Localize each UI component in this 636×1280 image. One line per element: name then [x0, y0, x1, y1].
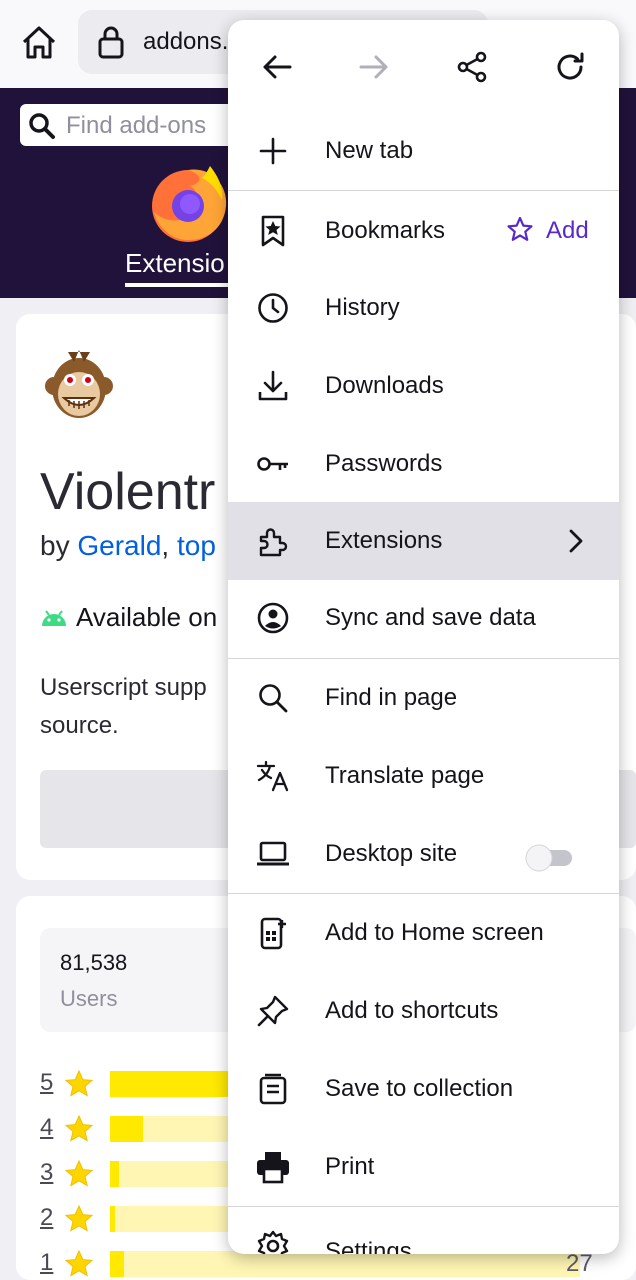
menu-divider [228, 190, 619, 191]
author-link-second[interactable]: top [177, 530, 216, 561]
forward-icon[interactable] [357, 50, 391, 84]
add-bookmark-star-icon[interactable] [506, 216, 534, 244]
menu-item-passwords[interactable]: Passwords [228, 426, 619, 504]
menu-label-print: Print [325, 1153, 375, 1180]
rating-bar-1 [110, 1251, 580, 1277]
rating-link-3[interactable]: 3 [40, 1159, 53, 1187]
by-label: by [40, 530, 70, 561]
browser-menu: New tab Bookmarks Add History Downloads … [228, 20, 619, 1254]
search-icon [256, 681, 290, 715]
author-link-gerald[interactable]: Gerald [77, 530, 161, 561]
menu-item-settings[interactable]: Settings [228, 1208, 619, 1254]
bookmark-star-icon [256, 214, 290, 248]
menu-divider [228, 1206, 619, 1207]
menu-label-extensions: Extensions [325, 527, 443, 554]
menu-label-downloads: Downloads [325, 372, 444, 399]
author-separator: , [161, 530, 170, 561]
addon-description-line1: Userscript supp [40, 674, 207, 701]
menu-item-translate[interactable]: Translate page [228, 738, 619, 816]
star-icon [64, 1070, 94, 1098]
laptop-icon [256, 837, 290, 871]
menu-item-new-tab[interactable]: New tab [228, 112, 619, 190]
menu-item-history[interactable]: History [228, 270, 619, 348]
menu-item-save-to-collection[interactable]: Save to collection [228, 1051, 619, 1129]
menu-label-translate: Translate page [325, 762, 485, 789]
menu-label-history: History [325, 294, 400, 321]
star-icon [64, 1250, 94, 1278]
chevron-right-icon [563, 527, 587, 555]
url-text[interactable]: addons. [143, 28, 228, 56]
rating-link-4[interactable]: 4 [40, 1114, 53, 1142]
key-icon [256, 447, 290, 481]
home-icon[interactable] [18, 22, 60, 64]
menu-item-desktop-site[interactable]: Desktop site [228, 816, 619, 894]
menu-label-save-to-collection: Save to collection [325, 1075, 514, 1102]
addon-title: Violentr [40, 463, 216, 521]
availability-text: Available on [76, 602, 218, 632]
plus-icon [256, 134, 290, 168]
menu-item-bookmarks[interactable]: Bookmarks Add [228, 192, 619, 270]
firefox-logo[interactable] [150, 160, 234, 244]
search-placeholder: Find add-ons [66, 112, 207, 139]
star-icon [64, 1115, 94, 1143]
rating-bar-fill [110, 1251, 124, 1277]
users-label: Users [60, 986, 118, 1011]
translate-icon [256, 759, 290, 793]
menu-label-sync: Sync and save data [325, 604, 536, 631]
menu-label-bookmarks: Bookmarks [325, 217, 446, 244]
rating-link-5[interactable]: 5 [40, 1069, 53, 1097]
android-icon [40, 604, 68, 628]
rating-link-2[interactable]: 2 [40, 1204, 53, 1232]
share-icon[interactable] [455, 50, 489, 84]
addon-icon [44, 346, 114, 422]
menu-item-extensions[interactable]: Extensions [228, 502, 619, 580]
download-icon [256, 369, 290, 403]
star-icon [64, 1205, 94, 1233]
search-icon [28, 112, 56, 140]
reload-icon[interactable] [553, 50, 587, 84]
collection-icon [256, 1072, 290, 1106]
menu-divider [228, 658, 619, 659]
users-count: 81,538 [60, 950, 128, 975]
menu-item-print[interactable]: Print [228, 1129, 619, 1207]
rating-bar-fill [110, 1161, 119, 1187]
menu-label-add-to-home-screen: Add to Home screen [325, 919, 544, 946]
gear-icon [256, 1229, 290, 1254]
menu-label-settings: Settings [325, 1238, 412, 1254]
menu-label-add-to-shortcuts: Add to shortcuts [325, 997, 499, 1024]
phone-add-icon [256, 916, 290, 950]
menu-item-sync[interactable]: Sync and save data [228, 580, 619, 658]
rating-count-1: 27 [566, 1250, 593, 1277]
add-bookmark-button[interactable]: Add [546, 217, 589, 245]
pin-icon [256, 994, 290, 1028]
account-icon [256, 601, 290, 635]
clock-icon [256, 291, 290, 325]
menu-label-desktop-site: Desktop site [325, 840, 458, 867]
addon-description-line2: source. [40, 712, 119, 739]
menu-item-add-to-shortcuts[interactable]: Add to shortcuts [228, 973, 619, 1051]
menu-label-new-tab: New tab [325, 137, 414, 164]
desktop-site-toggle[interactable] [524, 844, 576, 872]
lock-icon[interactable] [96, 24, 126, 60]
nav-tab-extensions[interactable]: Extensio [125, 248, 225, 279]
menu-label-find-in-page: Find in page [325, 684, 458, 711]
rating-link-1[interactable]: 1 [40, 1249, 53, 1277]
nav-tab-underline [125, 283, 235, 287]
rating-bar-fill [110, 1206, 115, 1232]
menu-item-downloads[interactable]: Downloads [228, 348, 619, 426]
menu-label-passwords: Passwords [325, 450, 443, 477]
back-icon[interactable] [260, 50, 294, 84]
menu-item-find-in-page[interactable]: Find in page [228, 660, 619, 738]
star-icon [64, 1160, 94, 1188]
menu-divider [228, 893, 619, 894]
rating-bar-fill [110, 1116, 143, 1142]
addon-byline: by Gerald, top [40, 530, 216, 562]
puzzle-icon [256, 524, 290, 558]
printer-icon [256, 1150, 290, 1184]
menu-item-add-to-home-screen[interactable]: Add to Home screen [228, 895, 619, 973]
